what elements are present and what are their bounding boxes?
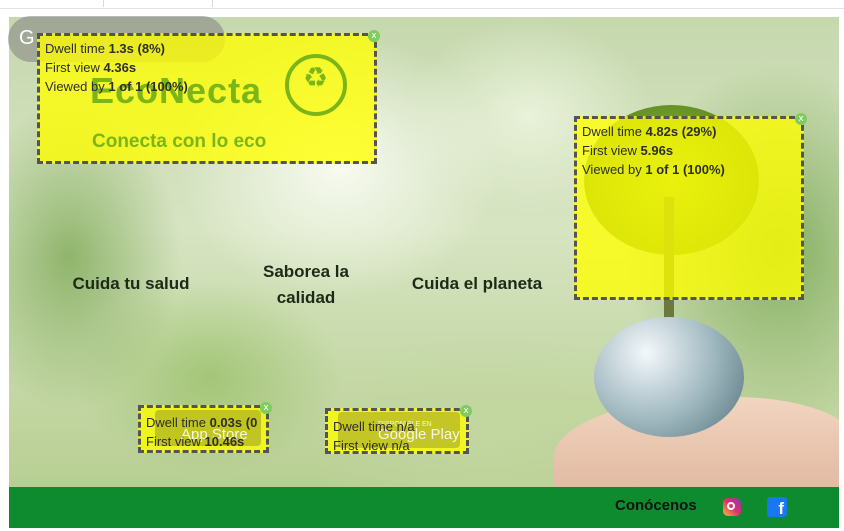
tagline-quality: Saborea la calidad (246, 259, 366, 311)
dwell-time-line: Dwell time 0.03s (0 (146, 415, 258, 430)
facebook-icon[interactable]: f (767, 497, 787, 517)
overlay-close-icon[interactable]: x (368, 30, 380, 42)
tagline-quality-line2: calidad (276, 288, 336, 307)
viewed-by-value: 1 of 1 (100%) (108, 79, 188, 94)
heatmap-overlay-logo: EcoNecta ♻ Conecta con lo eco Dwell time… (37, 33, 377, 164)
first-view-line: First view 10.46s (146, 434, 245, 449)
first-view-line: First view n/a (333, 438, 410, 453)
dwell-time-line: Dwell time n/a (333, 419, 415, 434)
tagline-planet: Cuida el planeta (411, 274, 543, 293)
overlay-close-icon[interactable]: x (260, 402, 272, 414)
dwell-time-value: 4.82s (29%) (645, 124, 717, 139)
overlay-close-icon[interactable]: x (795, 113, 807, 125)
browser-top-strip (0, 0, 844, 9)
first-view-line: First view 5.96s (582, 143, 674, 158)
dwell-time-line: Dwell time 1.3s (8%) (45, 41, 165, 56)
browser-tab[interactable] (103, 0, 213, 7)
first-view-value: 4.36s (103, 60, 137, 75)
overlay-close-icon[interactable]: x (460, 405, 472, 417)
dwell-time-value: n/a (396, 419, 415, 434)
dwell-time-line: Dwell time 4.82s (29%) (582, 124, 717, 139)
footer-label: Conócenos (615, 497, 697, 514)
first-view-value: 10.46s (204, 434, 245, 449)
viewed-by-value: 1 of 1 (100%) (645, 162, 725, 177)
first-view-value: n/a (391, 438, 410, 453)
first-view-line: First view 4.36s (45, 60, 137, 75)
dwell-time-value: 1.3s (8%) (108, 41, 165, 56)
first-view-value: 5.96s (640, 143, 674, 158)
heatmap-overlay-tree: Dwell time 4.82s (29%) First view 5.96s … (574, 116, 804, 300)
tagline-quality-line1: Saborea la (263, 262, 349, 281)
google-g-icon: G (19, 27, 35, 49)
heatmap-overlay-google-play: DISPONIBLE EN Google Play Dwell time n/a… (325, 408, 469, 454)
viewed-by-line: Viewed by 1 of 1 (100%) (582, 162, 725, 177)
instagram-icon[interactable] (723, 498, 741, 516)
logo-subtitle: Conecta con lo eco (92, 131, 267, 152)
footer-bar: Conócenos f (9, 487, 839, 528)
heatmap-overlay-app-store: App Store Dwell time 0.03s (0 First view… (138, 405, 269, 453)
tagline-health: Cuida tu salud (72, 274, 190, 293)
globe-image (594, 317, 744, 437)
viewed-by-line: Viewed by 1 of 1 (100%) (45, 79, 188, 94)
dwell-time-value: 0.03s (0 (209, 415, 258, 430)
